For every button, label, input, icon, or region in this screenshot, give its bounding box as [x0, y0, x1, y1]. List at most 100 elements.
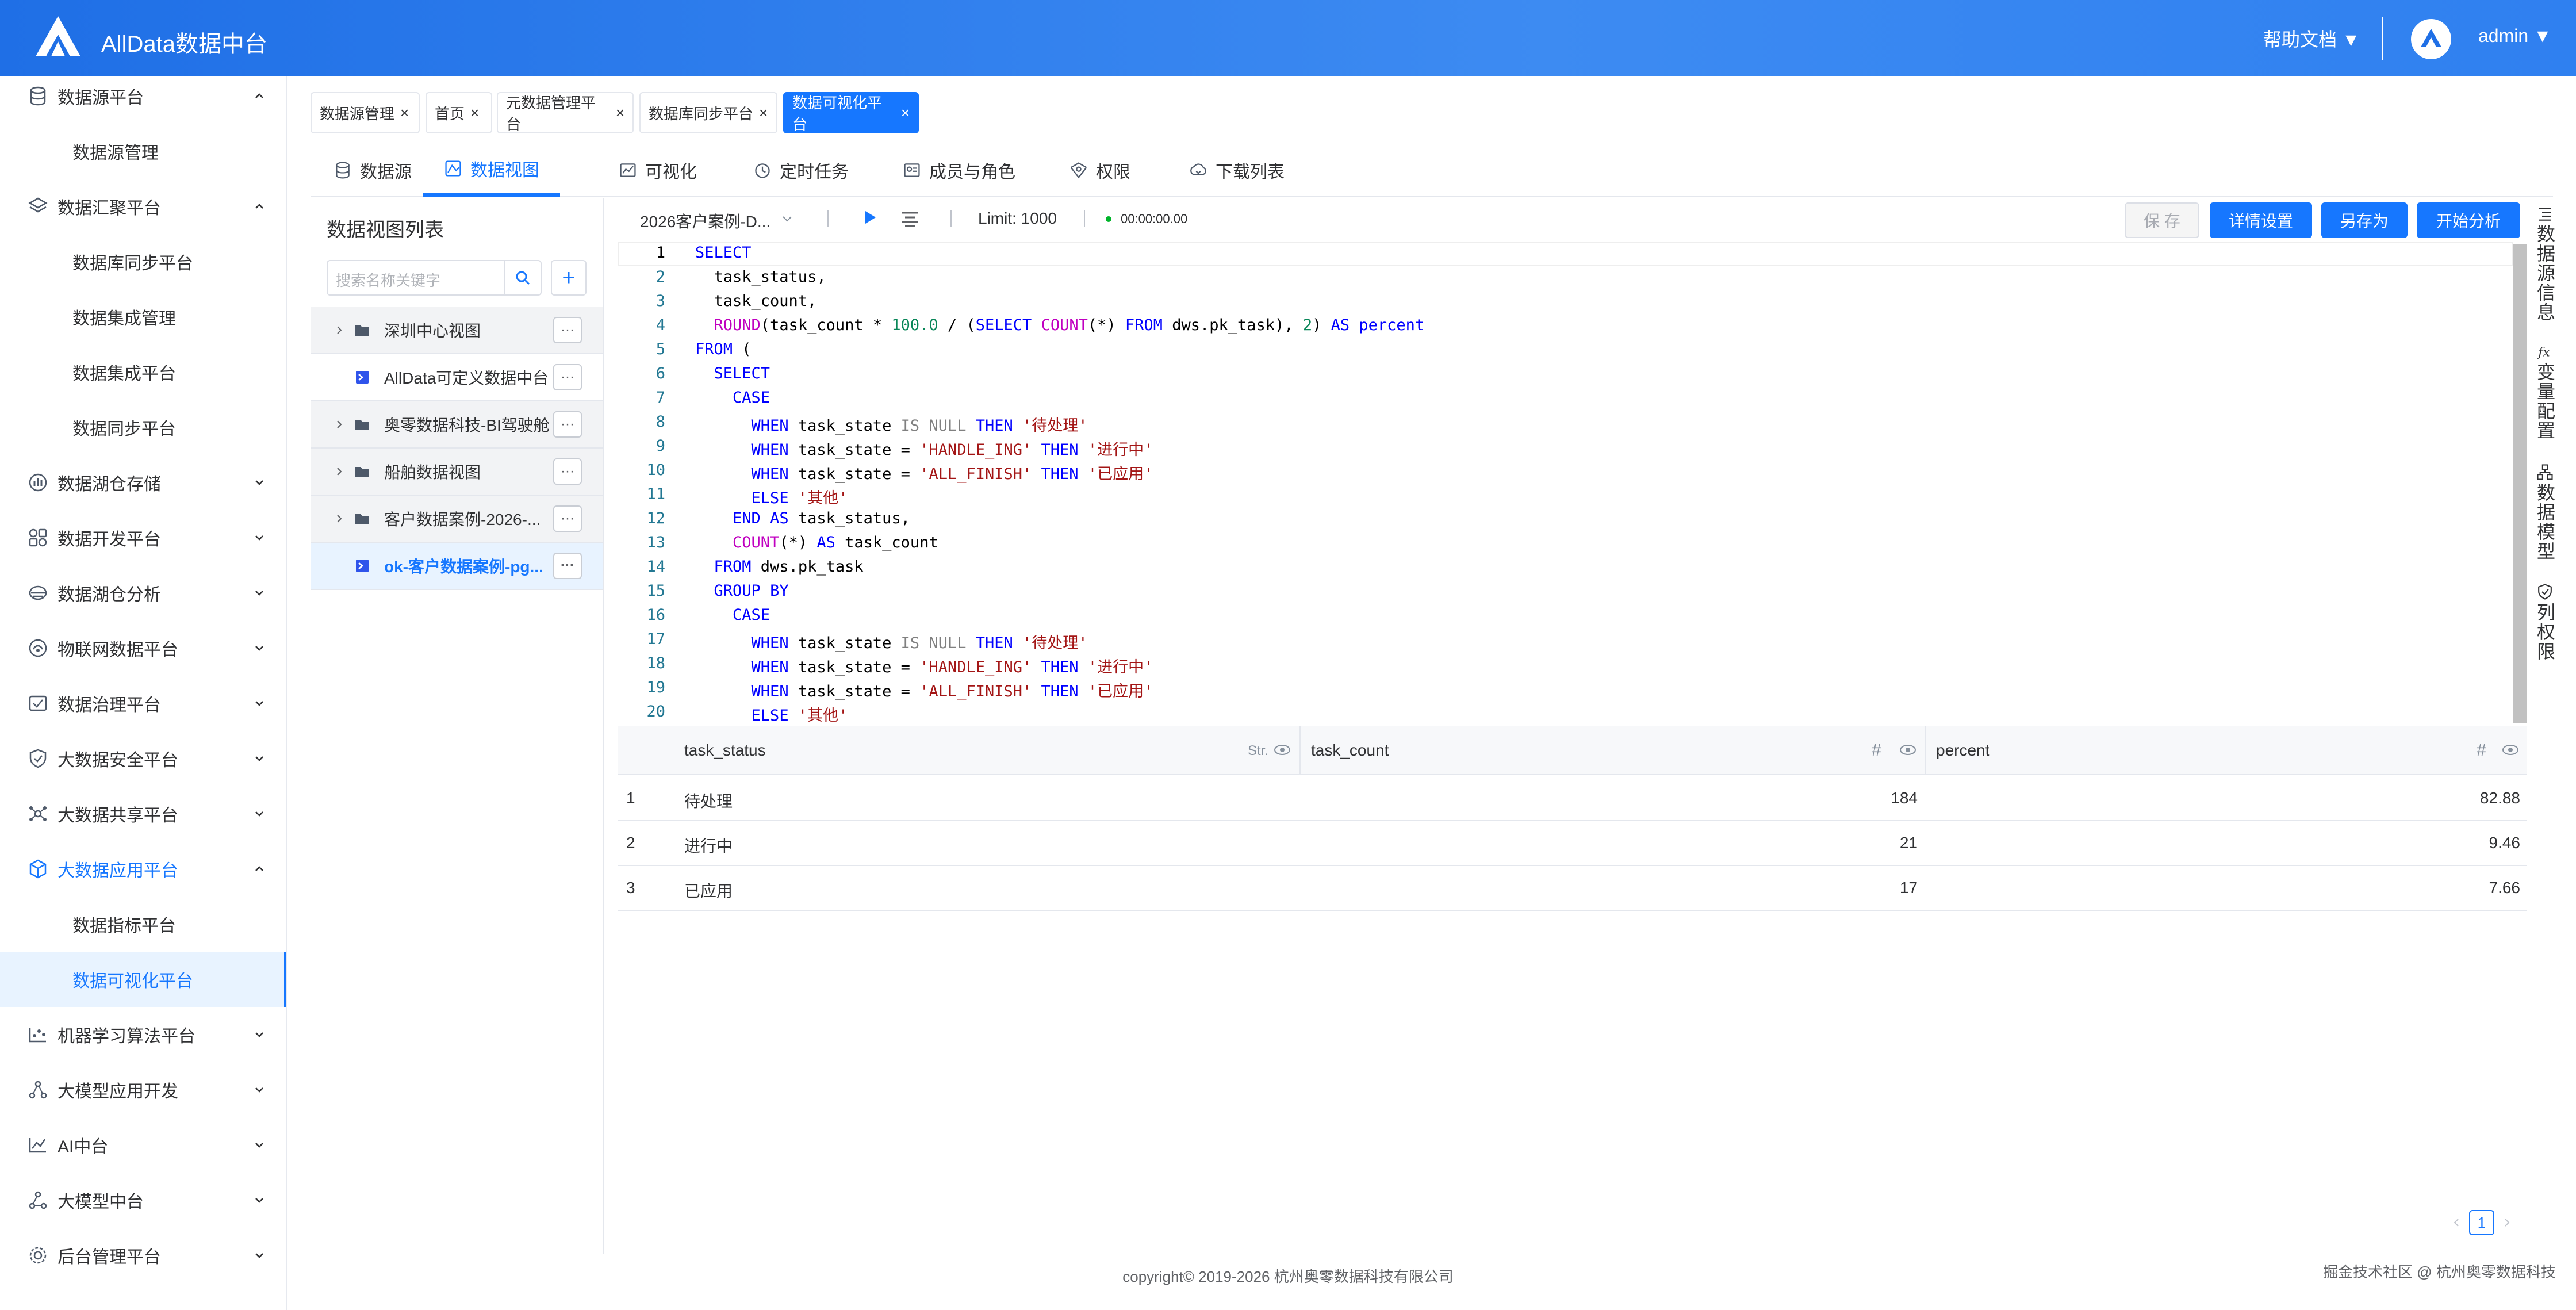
close-icon[interactable]: ×	[470, 104, 479, 122]
run-icon[interactable]	[861, 208, 879, 227]
sidebar-item[interactable]: 数据汇聚平台	[0, 179, 286, 234]
chevron-down-icon[interactable]	[253, 1083, 266, 1096]
chevron-right-icon[interactable]	[334, 513, 345, 524]
close-icon[interactable]: ×	[759, 104, 768, 122]
result-row[interactable]: 1 待处理 184 82.88	[618, 776, 2527, 821]
editor-scrollbar[interactable]	[2513, 244, 2527, 723]
sidebar-item[interactable]: 机器学习算法平台	[0, 1007, 286, 1062]
chevron-down-icon[interactable]	[253, 1139, 266, 1151]
save-button[interactable]: 保 存	[2125, 202, 2199, 238]
page-number[interactable]: 1	[2469, 1210, 2494, 1235]
chevron-down-icon[interactable]	[253, 476, 266, 489]
module-tab[interactable]: 下载列表	[1189, 144, 1285, 197]
chevron-down-icon[interactable]	[253, 1249, 266, 1262]
view-folder[interactable]: 奥零数据科技-BI驾驶舱 ···	[310, 401, 603, 449]
sidebar-item[interactable]: 大数据共享平台	[0, 786, 286, 841]
sidebar-item[interactable]: 数据湖仓分析	[0, 565, 286, 620]
module-tab[interactable]: 定时任务	[753, 144, 849, 197]
chevron-right-icon[interactable]	[334, 324, 345, 336]
page-tag[interactable]: 首页 ×	[425, 92, 492, 133]
side-panel-tab[interactable]: 数据模型	[2531, 464, 2559, 561]
sidebar-item[interactable]: AI中台	[0, 1117, 286, 1173]
save-as-button[interactable]: 另存为	[2321, 202, 2408, 238]
eye-icon[interactable]	[1899, 743, 1916, 757]
avatar[interactable]	[2411, 19, 2451, 59]
module-tab[interactable]: 数据视图	[423, 144, 560, 197]
page-tag[interactable]: 数据源管理 ×	[310, 92, 420, 133]
sidebar-subitem[interactable]: 数据源管理	[0, 124, 286, 179]
view-folder[interactable]: 船舶数据视图 ···	[310, 449, 603, 496]
chevron-right-icon[interactable]	[2502, 1218, 2512, 1227]
chevron-down-icon[interactable]	[253, 587, 266, 599]
column-header-task-status[interactable]: task_status	[684, 726, 766, 775]
page-tag[interactable]: 元数据管理平台 ×	[497, 92, 634, 133]
more-actions-button[interactable]: ···	[553, 553, 582, 579]
chevron-right-icon[interactable]	[334, 466, 345, 477]
chevron-down-icon[interactable]	[253, 752, 266, 765]
sidebar-item[interactable]: 大数据安全平台	[0, 731, 286, 786]
chevron-up-icon[interactable]	[253, 863, 266, 875]
column-header-task-count[interactable]: task_count	[1311, 726, 1389, 775]
datasource-select[interactable]: 2026客户案例-D...	[640, 209, 770, 232]
page-tag[interactable]: 数据可视化平台 ×	[783, 92, 919, 133]
more-actions-button[interactable]: ···	[553, 364, 582, 390]
result-row[interactable]: 3 已应用 17 7.66	[618, 866, 2527, 911]
more-actions-button[interactable]: ···	[553, 505, 582, 532]
view-search-input[interactable]: 搜索名称关键字	[327, 260, 505, 296]
more-actions-button[interactable]: ···	[553, 317, 582, 343]
chevron-down-icon[interactable]	[253, 531, 266, 544]
search-button[interactable]	[504, 260, 542, 296]
user-menu[interactable]: admin ▼	[2478, 25, 2552, 47]
limit-setting[interactable]: Limit: 1000	[978, 209, 1057, 228]
column-header-percent[interactable]: percent	[1936, 726, 1989, 775]
chevron-down-icon[interactable]	[253, 697, 266, 710]
sidebar-subitem[interactable]: 数据可视化平台	[0, 952, 286, 1007]
details-settings-button[interactable]: 详情设置	[2210, 202, 2312, 238]
module-tab[interactable]: 成员与角色	[903, 144, 1015, 197]
chevron-right-icon[interactable]	[334, 419, 345, 430]
chevron-up-icon[interactable]	[253, 90, 266, 102]
start-analysis-button[interactable]: 开始分析	[2417, 202, 2520, 238]
format-icon[interactable]	[900, 208, 921, 229]
sidebar-item[interactable]: 数据源平台	[0, 76, 286, 124]
chevron-down-icon[interactable]	[253, 1194, 266, 1206]
chevron-down-icon[interactable]	[253, 642, 266, 654]
chevron-down-icon[interactable]	[253, 1028, 266, 1041]
chevron-down-icon[interactable]	[253, 807, 266, 820]
eye-icon[interactable]	[2502, 743, 2519, 757]
module-tab[interactable]: 可视化	[619, 144, 697, 197]
module-tab[interactable]: 数据源	[334, 144, 412, 197]
sidebar-subitem[interactable]: 数据集成管理	[0, 289, 286, 344]
chevron-left-icon[interactable]	[2452, 1218, 2461, 1227]
help-docs-menu[interactable]: 帮助文档 ▼	[2263, 25, 2360, 52]
view-folder[interactable]: 客户数据案例-2026-... ···	[310, 496, 603, 543]
side-panel-tab[interactable]: 列权限	[2531, 583, 2559, 661]
eye-icon[interactable]	[1274, 743, 1291, 757]
more-actions-button[interactable]: ···	[553, 411, 582, 438]
sidebar-subitem[interactable]: 数据指标平台	[0, 897, 286, 952]
chevron-up-icon[interactable]	[253, 200, 266, 213]
add-view-button[interactable]: +	[551, 260, 586, 296]
module-tab[interactable]: 权限	[1070, 144, 1130, 197]
side-panel-tab[interactable]: 数据源信息	[2531, 205, 2559, 322]
sidebar-item[interactable]: 数据开发平台	[0, 510, 286, 565]
page-tag[interactable]: 数据库同步平台 ×	[639, 92, 777, 133]
sidebar-item[interactable]: 大模型应用开发	[0, 1062, 286, 1117]
side-panel-tab[interactable]: fx 变量配置	[2531, 343, 2559, 441]
sidebar-subitem[interactable]: 数据集成平台	[0, 344, 286, 400]
close-icon[interactable]: ×	[616, 104, 624, 122]
close-icon[interactable]: ×	[901, 104, 910, 122]
sidebar-subitem[interactable]: 数据同步平台	[0, 400, 286, 455]
sidebar-item[interactable]: 物联网数据平台	[0, 620, 286, 676]
sql-editor[interactable]: 1 SELECT 2 task_status, 3 task_count, 4 ROUN…	[618, 240, 2513, 723]
result-row[interactable]: 2 进行中 21 9.46	[618, 821, 2527, 866]
sidebar-item[interactable]: 大数据应用平台	[0, 841, 286, 897]
sidebar-item[interactable]: 数据治理平台	[0, 676, 286, 731]
view-folder[interactable]: 深圳中心视图 ···	[310, 307, 603, 354]
view-item[interactable]: ok-客户数据案例-pg... ···	[310, 543, 603, 590]
close-icon[interactable]: ×	[400, 104, 409, 122]
sidebar-item[interactable]: 数据湖仓存储	[0, 455, 286, 510]
view-item[interactable]: AllData可定义数据中台 ···	[310, 354, 603, 401]
sidebar-subitem[interactable]: 数据库同步平台	[0, 234, 286, 289]
sidebar-item[interactable]: 大模型中台	[0, 1173, 286, 1228]
